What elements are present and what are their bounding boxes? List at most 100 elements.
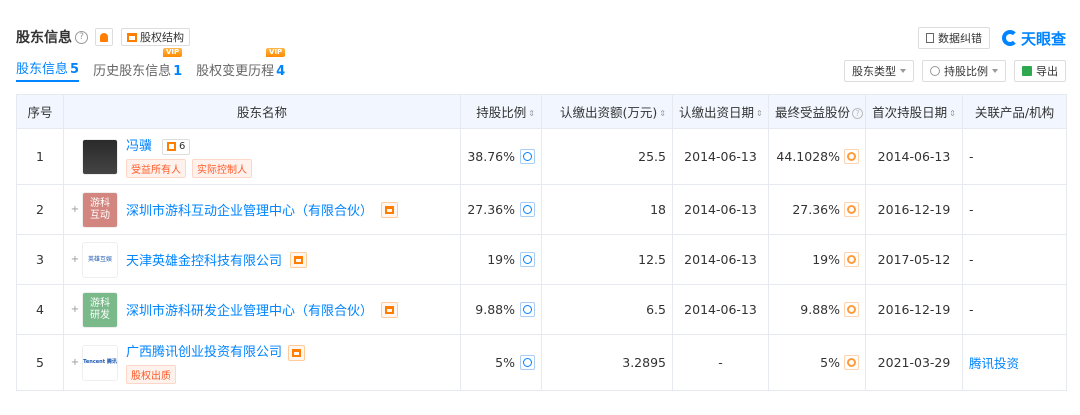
tab-count: 1 bbox=[173, 64, 183, 79]
shareholder-type-dropdown[interactable]: 股东类型 bbox=[844, 60, 914, 82]
brand-logo-icon bbox=[1001, 30, 1018, 46]
target-icon[interactable] bbox=[844, 302, 859, 317]
date-value: 2014-06-13 bbox=[672, 128, 769, 185]
row-index: 3 bbox=[16, 234, 64, 285]
beneficiary-tag[interactable]: 受益所有人 bbox=[126, 158, 186, 178]
tab-label: 历史股东信息 bbox=[93, 64, 172, 79]
clock-icon bbox=[930, 66, 940, 76]
export-button[interactable]: 导出 bbox=[1014, 60, 1066, 82]
table-row: 4 + 游科 研发 深圳市游科研发企业管理中心（有限合伙） 9.88% 6.5 2… bbox=[16, 284, 1067, 335]
target-icon[interactable] bbox=[844, 252, 859, 267]
tab-count: 4 bbox=[276, 64, 286, 79]
clock-icon[interactable] bbox=[520, 302, 535, 317]
date-value: 2014-06-13 bbox=[672, 284, 769, 335]
structure-icon[interactable] bbox=[288, 344, 305, 361]
first-date-value: 2021-03-29 bbox=[865, 334, 963, 391]
benefit-value: 27.36% bbox=[792, 202, 840, 217]
shareholder-name-link[interactable]: 广西腾讯创业投资有限公司 bbox=[126, 345, 282, 360]
ratio-value: 38.76% bbox=[467, 149, 515, 164]
help-icon[interactable]: ? bbox=[852, 108, 864, 119]
target-icon[interactable] bbox=[844, 355, 859, 370]
brand-logo: 天眼查 bbox=[1001, 28, 1066, 49]
table-row: 5 + Tencent 腾讯 广西腾讯创业投资有限公司 股权出质 5% 3.28… bbox=[16, 334, 1067, 391]
expand-icon[interactable]: + bbox=[70, 357, 80, 368]
first-date-value: 2017-05-12 bbox=[865, 234, 963, 285]
table-row: 1 冯骥 6 受益所有人 实际控制人 38.76% 25.5 2014-06-1… bbox=[16, 128, 1067, 185]
tab-history-shareholders[interactable]: VIP 历史股东信息 1 bbox=[93, 48, 183, 82]
first-date-value: 2016-12-19 bbox=[865, 284, 963, 335]
amount-value: 12.5 bbox=[541, 234, 673, 285]
structure-icon bbox=[167, 142, 176, 152]
shareholder-name-link[interactable]: 冯骥 bbox=[126, 139, 152, 154]
amount-value: 25.5 bbox=[541, 128, 673, 185]
table-row: 3 + 英雄互娱 天津英雄金控科技有限公司 19% 12.5 2014-06-1… bbox=[16, 234, 1067, 285]
col-amount[interactable]: 认缴出资额(万元) ⇕ bbox=[541, 94, 673, 129]
tab-bar: 股东信息 5 VIP 历史股东信息 1 VIP 股权变更历程 4 bbox=[16, 48, 299, 82]
expand-icon[interactable]: + bbox=[70, 204, 80, 215]
sort-icon[interactable]: ⇕ bbox=[949, 109, 956, 118]
date-value: - bbox=[672, 334, 769, 391]
shareholder-name-link[interactable]: 天津英雄金控科技有限公司 bbox=[126, 250, 282, 269]
company-logo: 游科 研发 bbox=[82, 291, 118, 328]
section-title: 股东信息 bbox=[16, 30, 72, 46]
target-icon[interactable] bbox=[844, 202, 859, 217]
col-date[interactable]: 认缴出资日期 ⇕ bbox=[672, 94, 769, 129]
help-icon[interactable]: ? bbox=[75, 30, 88, 44]
date-value: 2014-06-13 bbox=[672, 234, 769, 285]
ratio-value: 19% bbox=[487, 252, 515, 267]
target-icon[interactable] bbox=[844, 149, 859, 164]
shareholder-name-link[interactable]: 深圳市游科互动企业管理中心（有限合伙） bbox=[126, 200, 373, 219]
col-ratio[interactable]: 持股比例 ⇕ bbox=[460, 94, 542, 129]
bell-button[interactable] bbox=[95, 28, 113, 46]
avatar[interactable] bbox=[82, 138, 118, 175]
structure-icon[interactable] bbox=[381, 201, 399, 218]
sort-icon[interactable]: ⇕ bbox=[659, 109, 666, 118]
expand-icon[interactable]: + bbox=[70, 254, 80, 265]
related-value: - bbox=[962, 184, 1067, 235]
company-logo: Tencent 腾讯 bbox=[82, 344, 118, 381]
col-index: 序号 bbox=[16, 94, 64, 129]
benefit-value: 5% bbox=[820, 355, 840, 370]
related-value: - bbox=[962, 234, 1067, 285]
amount-value: 3.2895 bbox=[541, 334, 673, 391]
tab-shareholders[interactable]: 股东信息 5 bbox=[16, 58, 80, 82]
clock-icon[interactable] bbox=[520, 202, 535, 217]
structure-icon[interactable] bbox=[290, 251, 308, 268]
header-right: 数据纠错 天眼查 bbox=[917, 27, 1066, 49]
row-index: 4 bbox=[16, 284, 64, 335]
vip-badge: VIP bbox=[162, 48, 183, 57]
equity-structure-label: 股权结构 bbox=[140, 31, 184, 44]
clock-icon[interactable] bbox=[520, 355, 535, 370]
table-tools: 股东类型 持股比例 导出 bbox=[836, 60, 1066, 82]
col-first-date[interactable]: 首次持股日期 ⇕ bbox=[865, 94, 963, 129]
shareholder-name-link[interactable]: 深圳市游科研发企业管理中心（有限合伙） bbox=[126, 300, 373, 319]
first-date-value: 2014-06-13 bbox=[865, 128, 963, 185]
amount-value: 18 bbox=[541, 184, 673, 235]
feedback-button[interactable]: 数据纠错 bbox=[917, 27, 990, 49]
related-count-badge[interactable]: 6 bbox=[162, 138, 191, 155]
related-value: - bbox=[962, 128, 1067, 185]
expand-icon[interactable]: + bbox=[70, 304, 80, 315]
table-row: 2 + 游科 互动 深圳市游科互动企业管理中心（有限合伙） 27.36% 18 2… bbox=[16, 184, 1067, 235]
sort-icon[interactable]: ⇕ bbox=[528, 109, 535, 118]
equity-structure-button[interactable]: 股权结构 bbox=[121, 28, 190, 46]
tab-label: 股权变更历程 bbox=[196, 64, 275, 79]
vip-badge: VIP bbox=[266, 48, 286, 57]
amount-value: 6.5 bbox=[541, 284, 673, 335]
sort-icon[interactable]: ⇕ bbox=[756, 109, 763, 118]
ratio-dropdown[interactable]: 持股比例 bbox=[922, 60, 1006, 82]
controller-tag[interactable]: 实际控制人 bbox=[192, 158, 252, 178]
structure-icon bbox=[127, 32, 137, 42]
ratio-value: 5% bbox=[495, 355, 515, 370]
clock-icon[interactable] bbox=[520, 252, 535, 267]
shareholder-table: 序号 股东名称 持股比例 ⇕ 认缴出资额(万元) ⇕ 认缴出资日期 ⇕ 最终受益股份?… bbox=[16, 94, 1067, 391]
pledge-tag[interactable]: 股权出质 bbox=[126, 364, 176, 384]
brand-name: 天眼查 bbox=[1020, 29, 1066, 48]
related-link[interactable]: 腾讯投资 bbox=[962, 334, 1067, 391]
row-index: 1 bbox=[16, 128, 64, 185]
tab-equity-changes[interactable]: VIP 股权变更历程 4 bbox=[196, 48, 286, 82]
col-benefit: 最终受益股份? bbox=[768, 94, 866, 129]
clock-icon[interactable] bbox=[520, 149, 535, 164]
structure-icon[interactable] bbox=[381, 301, 399, 318]
col-name: 股东名称 bbox=[63, 94, 461, 129]
